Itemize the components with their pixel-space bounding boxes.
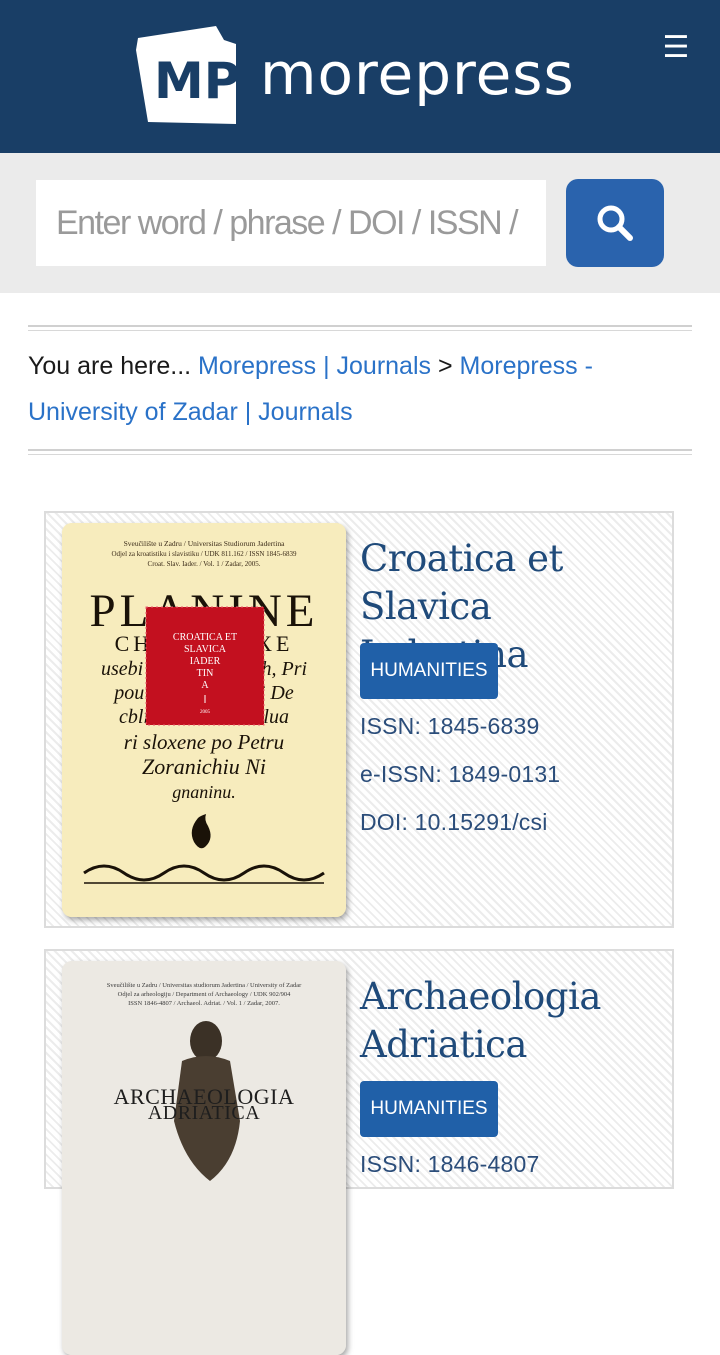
cover-red-label: SLAVICA: [184, 644, 227, 655]
site-header: MP morepress ☰: [0, 0, 720, 153]
breadcrumb: You are here... Morepress | Journals > M…: [28, 343, 692, 435]
search-icon: [597, 205, 633, 241]
morepress-logo-mark[interactable]: MP: [136, 26, 240, 124]
journal-cover-image[interactable]: Sveučilište u Zadru / Universitas studio…: [62, 961, 346, 1355]
subject-tag[interactable]: HUMANITIES: [360, 643, 498, 699]
journal-card: Sveučilište u Zadru / Universitas Studio…: [44, 511, 674, 928]
cover-red-label: A: [201, 680, 209, 691]
cover-red-year: 2005: [200, 710, 211, 715]
cover-text-line: gnaninu.: [172, 782, 236, 802]
cover-header-line: Odjel za arheologiju / Department of Arc…: [118, 991, 291, 998]
cover-red-label: TIN: [197, 668, 214, 679]
cover-header-line: ISSN 1846-4807 / Archaeol. Adriat. / Vol…: [128, 1000, 280, 1007]
search-button[interactable]: [566, 179, 664, 267]
cover-header-line: Sveučilište u Zadru / Universitas Studio…: [124, 539, 285, 548]
divider: [28, 325, 692, 331]
cover-text-line: ri sloxene po Petru: [124, 730, 284, 754]
subject-tag[interactable]: HUMANITIES: [360, 1081, 498, 1137]
divider: [28, 449, 692, 455]
cover-header-line: Sveučilište u Zadru / Universitas studio…: [107, 982, 302, 989]
breadcrumb-separator: >: [437, 352, 453, 380]
search-input[interactable]: [36, 180, 546, 266]
cover-red-label: IADER: [190, 656, 221, 667]
cover-red-label: CROATICA ET: [173, 632, 237, 643]
site-logo-text[interactable]: morepress: [260, 34, 575, 114]
doi-text: DOI: 10.15291/csi: [360, 809, 548, 835]
hamburger-menu-icon[interactable]: ☰: [660, 32, 692, 64]
issn-text: ISSN: 1845-6839: [360, 713, 540, 739]
breadcrumb-link-journals[interactable]: Morepress | Journals: [198, 352, 431, 380]
issn-text: ISSN: 1846-4807: [360, 1151, 540, 1177]
cover-text-line: Zoranichiu Ni: [142, 754, 266, 779]
cover-header-line: Croat. Slav. Iader. / Vol. 1 / Zadar, 20…: [148, 560, 261, 568]
cover-title-line: ADRIATICA: [148, 1102, 260, 1124]
journal-cover-image[interactable]: Sveučilište u Zadru / Universitas Studio…: [62, 523, 346, 917]
logo-mark-text: MP: [154, 52, 238, 110]
cover-header-line: Odjel za kroatistiku i slavistiku / UDK …: [111, 550, 297, 558]
journal-title[interactable]: Archaeologia Adriatica: [360, 973, 660, 1069]
journal-card: Sveučilište u Zadru / Universitas studio…: [44, 949, 674, 1355]
eissn-text: e-ISSN: 1849-0131: [360, 761, 561, 787]
breadcrumb-prefix: You are here...: [28, 352, 192, 380]
